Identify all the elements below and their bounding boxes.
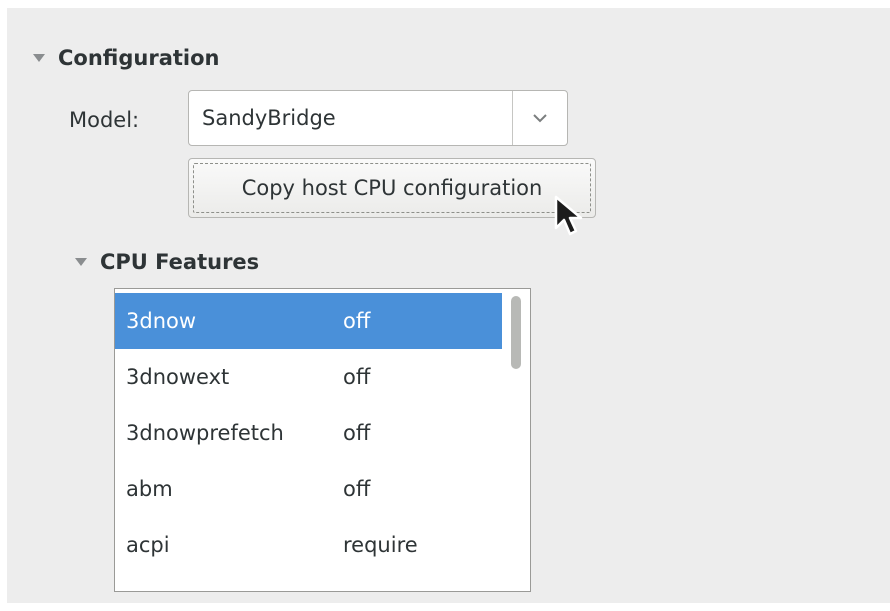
feature-name: 3dnow [126, 309, 197, 333]
chevron-down-icon[interactable] [513, 91, 567, 145]
feature-name: 3dnowprefetch [126, 421, 284, 445]
mouse-pointer-icon [554, 195, 583, 236]
feature-value: require [343, 533, 418, 557]
copy-host-cpu-button-label: Copy host CPU configuration [241, 176, 543, 200]
config-panel: Configuration Model: SandyBridge Copy ho… [7, 8, 890, 603]
triangle-down-icon [33, 54, 45, 62]
feature-value: off [343, 421, 371, 445]
feature-row[interactable]: 3dnowprefetch off [115, 405, 503, 461]
feature-value: off [343, 477, 371, 501]
feature-value: off [343, 365, 371, 389]
cpu-features-title: CPU Features [100, 250, 260, 274]
feature-row[interactable]: abm off [115, 461, 503, 517]
feature-row[interactable]: adxoff [115, 573, 503, 591]
feature-row[interactable]: 3dnow off [115, 293, 503, 349]
copy-host-cpu-button[interactable]: Copy host CPU configuration [188, 158, 596, 218]
cpu-features-list[interactable]: 3dnow off 3dnowext off 3dnowprefetch off abm of… [114, 288, 531, 592]
feature-name: adx [115, 589, 343, 591]
feature-value: off [343, 589, 503, 591]
feature-value: off [343, 309, 371, 333]
model-combobox-value: SandyBridge [202, 106, 336, 130]
feature-name: abm [126, 477, 173, 501]
feature-row[interactable]: acpi require [115, 517, 503, 573]
feature-name: acpi [126, 533, 170, 557]
feature-name: 3dnowext [126, 365, 230, 389]
model-combobox[interactable]: SandyBridge [188, 90, 568, 146]
configuration-expander[interactable]: Configuration [33, 46, 219, 70]
triangle-down-icon [75, 258, 87, 266]
model-label: Model: [69, 108, 140, 132]
feature-row[interactable]: 3dnowext off [115, 349, 503, 405]
scroll-thumb[interactable] [511, 296, 521, 369]
cpu-features-expander[interactable]: CPU Features [75, 250, 259, 274]
scrollbar[interactable] [502, 289, 530, 591]
configuration-title: Configuration [58, 46, 220, 70]
